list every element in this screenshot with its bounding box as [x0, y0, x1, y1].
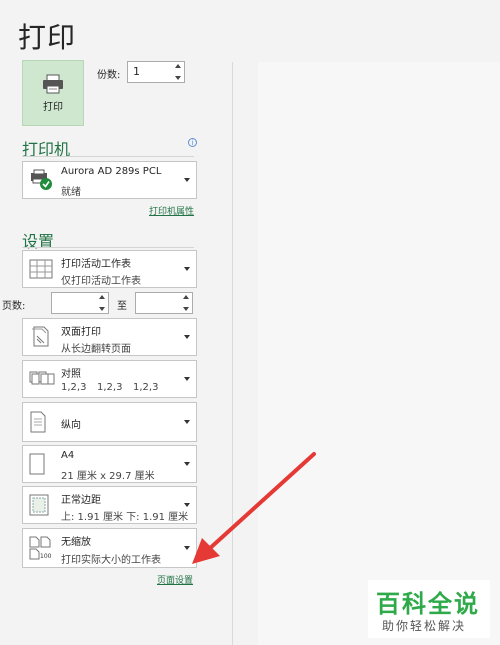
settings-section-divider: [22, 247, 194, 248]
print-scope-title: 打印活动工作表: [61, 259, 131, 270]
collate-seq-2: 1,2,3: [97, 382, 123, 393]
printer-status: 就绪: [61, 187, 81, 198]
portrait-page-icon: [30, 411, 46, 433]
watermark: 百科全说 助你轻松解决: [368, 580, 490, 638]
svg-text:100: 100: [40, 553, 52, 560]
orientation-title: 纵向: [61, 420, 81, 431]
pages-to-input[interactable]: [135, 292, 193, 314]
pages-to-label: 至: [117, 301, 127, 312]
paper-icon: [29, 453, 45, 475]
printer-name: Aurora AD 289s PCL: [61, 166, 162, 177]
margins-subtitle: 上: 1.91 厘米 下: 1.91 厘米: [61, 512, 189, 523]
margins-dropdown[interactable]: 正常边距 上: 1.91 厘米 下: 1.91 厘米: [22, 486, 197, 524]
duplex-icon: [32, 326, 49, 347]
page-setup-link[interactable]: 页面设置: [157, 573, 193, 586]
copies-value[interactable]: 1: [133, 65, 140, 78]
printer-ready-icon: [31, 169, 52, 190]
collate-icon: [29, 371, 55, 385]
decrement-icon[interactable]: [183, 307, 189, 311]
watermark-subtitle: 助你轻松解决: [382, 619, 467, 633]
pages-from-input[interactable]: [51, 292, 109, 314]
print-scope-dropdown[interactable]: 打印活动工作表 仅打印活动工作表: [22, 250, 197, 288]
annotation-arrow: [192, 452, 316, 564]
print-scope-subtitle: 仅打印活动工作表: [61, 276, 141, 287]
copies-arrows[interactable]: [174, 64, 182, 80]
chevron-down-icon: [184, 377, 190, 381]
printer-dropdown[interactable]: Aurora AD 289s PCL 就绪: [22, 161, 197, 199]
print-button-label: 打印: [43, 101, 63, 113]
chevron-down-icon: [184, 420, 190, 424]
increment-icon[interactable]: [99, 295, 105, 299]
pages-to-arrows[interactable]: [182, 295, 190, 311]
duplex-dropdown[interactable]: 双面打印 从长边翻转页面: [22, 318, 197, 356]
margins-icon: [29, 494, 49, 516]
increment-icon[interactable]: [183, 295, 189, 299]
settings-section-title: 设置: [22, 232, 55, 251]
chevron-down-icon: [184, 178, 190, 182]
scaling-title: 无缩放: [61, 537, 91, 548]
collate-seq-3: 1,2,3: [133, 382, 159, 393]
duplex-subtitle: 从长边翻转页面: [61, 344, 131, 355]
info-icon[interactable]: i: [188, 138, 197, 147]
printer-properties-link[interactable]: 打印机属性: [149, 204, 194, 217]
margins-title: 正常边距: [61, 495, 101, 506]
scaling-dropdown[interactable]: 100 无缩放 打印实际大小的工作表: [22, 528, 197, 568]
orientation-dropdown[interactable]: 纵向: [22, 402, 197, 442]
increment-icon[interactable]: [175, 64, 181, 68]
watermark-title: 百科全说: [376, 590, 480, 618]
duplex-title: 双面打印: [61, 327, 101, 338]
page-title: 打印: [18, 21, 77, 54]
chevron-down-icon: [184, 335, 190, 339]
no-scaling-icon: 100: [29, 536, 52, 560]
worksheet-icon: [29, 259, 53, 279]
decrement-icon[interactable]: [175, 76, 181, 80]
scaling-subtitle: 打印实际大小的工作表: [61, 555, 161, 566]
paper-size-dropdown[interactable]: A4 21 厘米 x 29.7 厘米: [22, 445, 197, 483]
collate-dropdown[interactable]: 对照 1,2,3 1,2,3 1,2,3: [22, 360, 197, 398]
decrement-icon[interactable]: [99, 307, 105, 311]
printer-section-divider: [22, 156, 194, 157]
paper-size-subtitle: 21 厘米 x 29.7 厘米: [61, 471, 155, 482]
chevron-down-icon: [184, 267, 190, 271]
collate-seq-1: 1,2,3: [61, 382, 87, 393]
printer-icon: [43, 74, 63, 93]
collate-title: 对照: [61, 369, 81, 380]
pages-label: 页数:: [2, 301, 26, 312]
print-button[interactable]: 打印: [22, 60, 84, 126]
copies-label: 份数:: [97, 70, 121, 81]
pages-from-arrows[interactable]: [98, 295, 106, 311]
copies-stepper[interactable]: 1: [127, 61, 185, 83]
paper-size-title: A4: [61, 450, 75, 461]
